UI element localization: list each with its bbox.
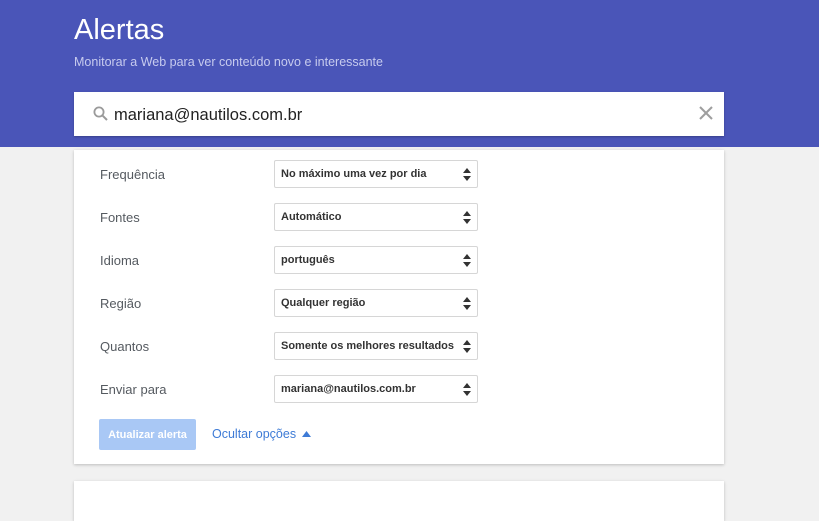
select-arrows-icon — [463, 383, 471, 396]
close-icon[interactable] — [697, 104, 715, 122]
alert-preview-panel — [74, 481, 724, 521]
sources-select[interactable]: Automático — [274, 203, 478, 231]
deliver-to-select[interactable]: mariana@nautilos.com.br — [274, 375, 478, 403]
quantity-select[interactable]: Somente os melhores resultados — [274, 332, 478, 360]
page-subtitle: Monitorar a Web para ver conteúdo novo e… — [74, 55, 383, 69]
frequency-label: Frequência — [100, 167, 166, 182]
frequency-select[interactable]: No máximo uma vez por dia — [274, 160, 478, 188]
frequency-selected-value: No máximo uma vez por dia — [281, 168, 427, 180]
select-arrows-icon — [463, 254, 471, 267]
update-alert-button[interactable]: Atualizar alerta — [99, 419, 196, 450]
deliver-to-label: Enviar para — [100, 382, 167, 397]
quantity-selected-value: Somente os melhores resultados — [281, 340, 454, 352]
alert-options-panel: Frequência No máximo uma vez por dia Fon… — [74, 150, 724, 464]
sources-selected-value: Automático — [281, 211, 342, 223]
search-icon — [93, 106, 108, 121]
quantity-label: Quantos — [100, 339, 150, 354]
language-select[interactable]: português — [274, 246, 478, 274]
app-header: Alertas Monitorar a Web para ver conteúd… — [0, 0, 819, 147]
sources-label: Fontes — [100, 210, 140, 225]
language-selected-value: português — [281, 254, 335, 266]
region-selected-value: Qualquer região — [281, 297, 366, 309]
hide-options-link[interactable]: Ocultar opções — [212, 427, 312, 441]
language-label: Idioma — [100, 253, 140, 268]
hide-options-label: Ocultar opções — [212, 427, 297, 441]
select-arrows-icon — [463, 211, 471, 224]
search-box — [74, 92, 724, 136]
search-input[interactable] — [114, 104, 674, 126]
region-label: Região — [100, 296, 142, 311]
select-arrows-icon — [463, 340, 471, 353]
caret-up-icon — [302, 430, 312, 437]
select-arrows-icon — [463, 168, 471, 181]
region-select[interactable]: Qualquer região — [274, 289, 478, 317]
select-arrows-icon — [463, 297, 471, 310]
page-title: Alertas — [74, 14, 165, 46]
deliver-to-selected-value: mariana@nautilos.com.br — [281, 383, 416, 395]
